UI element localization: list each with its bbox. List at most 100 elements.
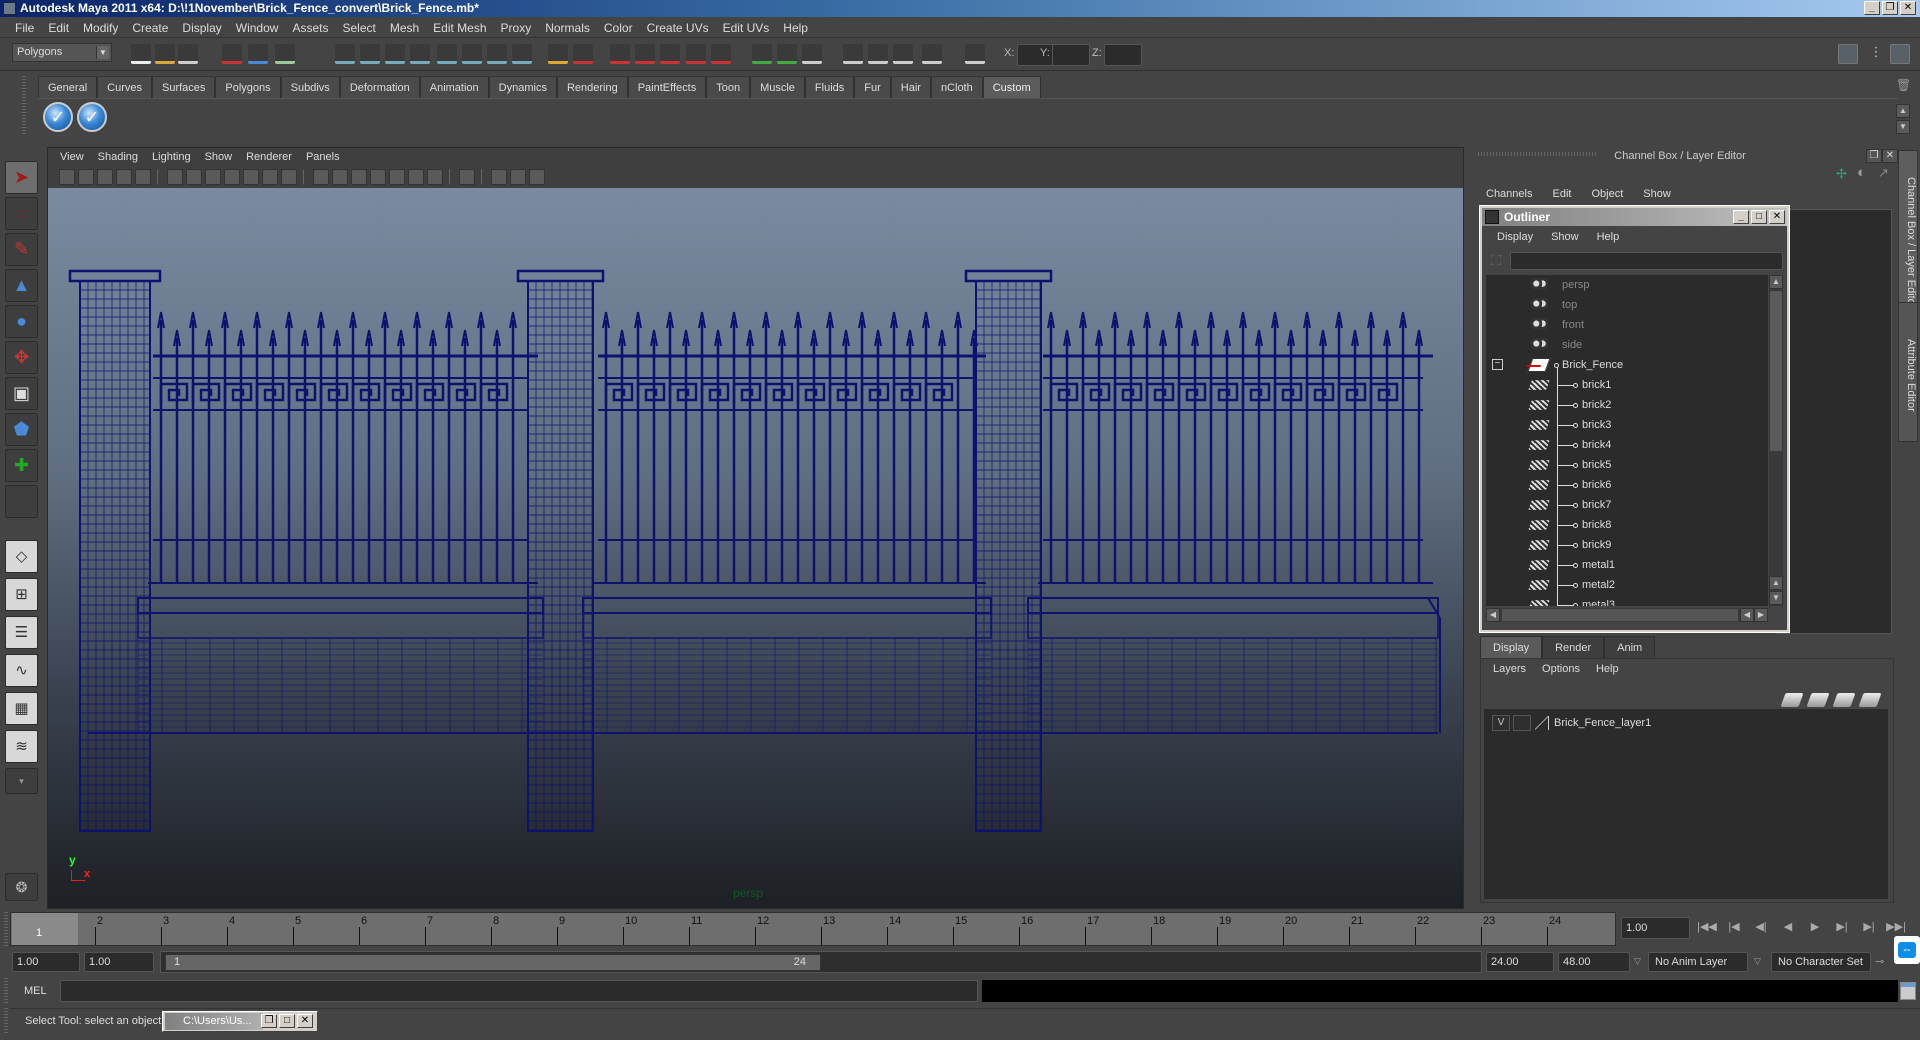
close-button[interactable]: ✕	[297, 1014, 313, 1028]
snap-curve-icon[interactable]	[360, 44, 380, 64]
shelf-scroll-down[interactable]: ▼	[1896, 120, 1910, 134]
new-scene-icon[interactable]	[131, 44, 151, 64]
outliner-search-input[interactable]	[1510, 252, 1783, 270]
outliner-item-brick6[interactable]: brick6	[1486, 475, 1768, 495]
outliner-item-brick_fence[interactable]: − Brick_Fence	[1486, 355, 1768, 375]
shelf-tab-fur[interactable]: Fur	[854, 76, 891, 98]
channel-box-toggle-icon[interactable]	[1890, 44, 1910, 64]
auto-key-icon[interactable]: ⊸	[1875, 955, 1884, 968]
menu-display[interactable]: Display	[175, 21, 228, 35]
highlight-icon[interactable]	[573, 44, 593, 64]
input-ops-icon[interactable]	[752, 44, 772, 64]
layer-color-swatch[interactable]	[1535, 716, 1549, 730]
layer-menu-layers[interactable]: Layers	[1485, 663, 1534, 675]
step-forward-frame-button[interactable]: ▶|	[1859, 920, 1879, 938]
outliner-horizontal-scrollbar[interactable]: ◀ ◀ ▶	[1486, 608, 1768, 622]
outliner-item-front[interactable]: front	[1486, 315, 1768, 335]
outliner-persp-layout-icon[interactable]: ☰	[5, 616, 38, 649]
command-line-grip[interactable]	[4, 978, 8, 1004]
channel-menu-object[interactable]: Object	[1581, 188, 1633, 200]
restore-button[interactable]: ❐	[261, 1014, 277, 1028]
layer-playback-toggle[interactable]	[1513, 715, 1531, 731]
outliner-vertical-scrollbar[interactable]: ▲ ▲ ▼	[1769, 275, 1783, 606]
close-panel-button[interactable]: ✕	[1882, 149, 1898, 163]
script-editor-icon[interactable]	[1900, 982, 1916, 1000]
snap-live-icon[interactable]	[437, 44, 457, 64]
animation-end-field[interactable]	[1558, 952, 1630, 972]
transform-constraint-icon[interactable]	[965, 44, 985, 64]
layer-row[interactable]: V Brick_Fence_layer1	[1488, 713, 1884, 733]
menu-proxy[interactable]: Proxy	[494, 21, 539, 35]
show-manipulator-icon[interactable]: ✚	[5, 449, 38, 482]
paint-select-tool-icon[interactable]: ✎	[5, 233, 38, 266]
lock-icon[interactable]	[548, 44, 568, 64]
move-layer-down-icon[interactable]	[1806, 693, 1830, 707]
more-layouts-icon[interactable]: ▾	[5, 768, 38, 794]
scroll-up-button[interactable]: ▲	[1769, 576, 1783, 590]
textured-icon[interactable]	[370, 169, 386, 185]
gate-mask-icon[interactable]	[224, 169, 240, 185]
maximize-button[interactable]: □	[279, 1014, 295, 1028]
xray-icon[interactable]	[491, 169, 507, 185]
play-backwards-button[interactable]: ◀	[1778, 920, 1798, 938]
scale-tool-icon[interactable]: ✥	[5, 341, 38, 374]
select-component-icon[interactable]	[275, 44, 295, 64]
shelf-tab-painteffects[interactable]: PaintEffects	[627, 76, 707, 98]
new-layer-icon[interactable]	[1832, 693, 1856, 707]
check-icon[interactable]: ✓	[77, 102, 107, 132]
safe-title-icon[interactable]	[281, 169, 297, 185]
anim-layer-dropdown[interactable]: No Anim Layer	[1648, 952, 1748, 972]
outliner-minimize-button[interactable]: _	[1733, 210, 1749, 224]
layer-menu-options[interactable]: Options	[1534, 663, 1588, 675]
outliner-menu-display[interactable]: Display	[1488, 231, 1542, 243]
shelf-tab-toon[interactable]: Toon	[706, 76, 751, 98]
shelf-tab-dynamics[interactable]: Dynamics	[488, 76, 557, 98]
hypershade-persp-layout-icon[interactable]: ▦	[5, 692, 38, 725]
attribute-editor-toggle-icon[interactable]	[1838, 44, 1858, 64]
show-outliner-icon[interactable]	[802, 44, 822, 64]
shelf-tab-rendering[interactable]: Rendering	[556, 76, 628, 98]
shelf-tab-animation[interactable]: Animation	[419, 76, 489, 98]
output-ops-icon[interactable]	[777, 44, 797, 64]
xray-joints-icon[interactable]	[510, 169, 526, 185]
menu-edit-uvs[interactable]: Edit UVs	[716, 21, 777, 35]
wireframe-on-shaded-icon[interactable]	[351, 169, 367, 185]
layer-tab-display[interactable]: Display	[1480, 636, 1543, 658]
lasso-tool-icon[interactable]: ◌	[5, 197, 38, 230]
step-back-frame-button[interactable]: |◀	[1724, 920, 1744, 938]
check-icon[interactable]: ✓	[43, 102, 73, 132]
mel-command-input[interactable]	[60, 980, 978, 1002]
shelf-grip[interactable]	[22, 76, 26, 136]
shelf-tab-surfaces[interactable]: Surfaces	[151, 76, 216, 98]
snap-toggle-icon[interactable]	[922, 44, 942, 64]
select-hierarchy-icon[interactable]	[222, 44, 242, 64]
outliner-item-brick9[interactable]: brick9	[1486, 535, 1768, 555]
outliner-item-brick3[interactable]: brick3	[1486, 415, 1768, 435]
layer-tab-anim[interactable]: Anim	[1604, 636, 1656, 658]
viewport-menu-show[interactable]: Show	[198, 151, 240, 163]
shelf-tab-deformation[interactable]: Deformation	[339, 76, 420, 98]
scroll-right-button[interactable]: ▶	[1754, 608, 1768, 622]
range-slider[interactable]: 1 24	[165, 954, 821, 971]
shelf-tab-general[interactable]: General	[38, 76, 98, 98]
menu-mesh[interactable]: Mesh	[383, 21, 426, 35]
snap-grid-icon[interactable]	[335, 44, 355, 64]
grid-icon[interactable]	[167, 169, 183, 185]
outliner-item-metal1[interactable]: metal1	[1486, 555, 1768, 575]
persp-graph-layout-icon[interactable]: ∿	[5, 654, 38, 687]
hypershade-icon[interactable]	[686, 44, 706, 64]
outliner-item-persp[interactable]: persp	[1486, 275, 1768, 295]
menu-edit-mesh[interactable]: Edit Mesh	[426, 21, 493, 35]
ipr-render-icon[interactable]	[635, 44, 655, 64]
channel-menu-channels[interactable]: Channels	[1476, 188, 1542, 200]
save-scene-icon[interactable]	[178, 44, 198, 64]
shelf-tab-polygons[interactable]: Polygons	[215, 76, 281, 98]
trash-icon[interactable]: 🗑	[1896, 78, 1911, 92]
close-button[interactable]: ✕	[1900, 1, 1916, 15]
script-language-toggle[interactable]: MEL	[24, 985, 47, 997]
outliner-item-brick8[interactable]: brick8	[1486, 515, 1768, 535]
playback-end-field[interactable]	[1486, 952, 1554, 972]
xray-components-icon[interactable]	[529, 169, 545, 185]
attribute-editor-icon[interactable]	[893, 44, 913, 64]
soft-mod-tool-icon[interactable]: ⬟	[5, 413, 38, 446]
